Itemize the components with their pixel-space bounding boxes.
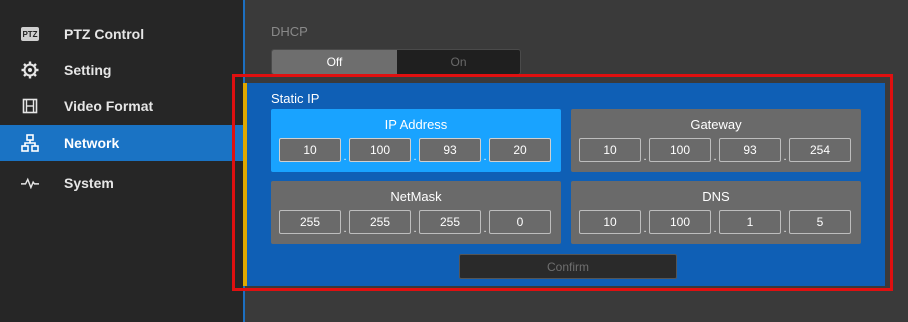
sidebar-item-label: Setting [64,62,112,78]
sidebar-item-video-format[interactable]: Video Format [0,88,243,124]
ptz-icon: PTZ [21,25,39,43]
sidebar-item-label: Network [64,135,120,151]
dhcp-label: DHCP [271,24,308,39]
dhcp-on-button[interactable]: On [397,50,520,74]
sidebar-item-label: System [64,175,114,191]
sidebar-item-ptz-control[interactable]: PTZ PTZ Control [0,16,243,52]
network-icon [21,134,39,152]
ptz-icon-text: PTZ [21,27,39,41]
sidebar-item-label: PTZ Control [64,26,145,42]
sidebar-item-network[interactable]: Network [0,125,243,161]
dhcp-off-button[interactable]: Off [272,50,397,74]
gear-icon [21,61,39,79]
network-settings-pane: DHCP Off On Static IP IP Address 10 . 10… [232,0,908,322]
sidebar-item-label: Video Format [64,98,154,114]
film-icon [21,97,39,115]
pulse-icon [21,174,39,192]
dhcp-toggle: Off On [271,49,521,75]
annotation-highlight-frame [232,74,893,291]
sidebar: PTZ PTZ Control Setting Video Format Net… [0,0,243,322]
sidebar-item-setting[interactable]: Setting [0,52,243,88]
sidebar-item-system[interactable]: System [0,165,243,201]
